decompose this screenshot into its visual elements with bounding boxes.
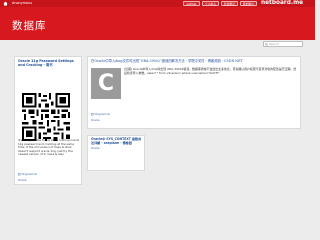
home-icon[interactable] (3, 1, 8, 6)
card-title[interactable]: Oracle 11g Password Settings and Crackin… (18, 59, 80, 67)
site-logo: C (91, 68, 121, 99)
username-label: Anonymous (12, 1, 32, 5)
card-excerpt: [近期] Oracle中导入dmp时出现 ORA-39002错误，数据库通常不会… (124, 67, 297, 75)
search-input[interactable] (263, 41, 303, 47)
github-button[interactable]: GitHub (183, 1, 200, 6)
link-icon (91, 113, 94, 116)
tag-link[interactable]: Oracle (18, 179, 26, 182)
original-link-label: Original link (21, 173, 38, 177)
profile-button[interactable]: 个人中心 (202, 1, 219, 6)
qr-code-image (20, 91, 72, 143)
tag-link[interactable]: Oracle (91, 119, 99, 122)
brand-logo[interactable]: netboard.me (261, 0, 303, 7)
top-bar: Anonymous GitHub 个人中心 新建笔记 我的账户 netboard… (0, 0, 315, 7)
card-title[interactable]: 在Oracle中导入dmp文件时出现“ORA-39002”错误的解决方法 - 学… (91, 59, 299, 63)
note-card[interactable]: 在Oracle中导入dmp文件时出现“ORA-39002”错误的解决方法 - 学… (87, 56, 301, 129)
logo-letter: C (97, 71, 115, 96)
card-title[interactable]: Oracle中 SYS_CONTEXT 函数用法详解 - oraplane - … (91, 137, 144, 146)
card-excerpt: It's now possible for us to do nothing o… (18, 138, 80, 156)
search-row (0, 40, 315, 49)
original-link[interactable]: Original link (91, 113, 110, 116)
note-card[interactable]: Oracle中 SYS_CONTEXT 函数用法详解 - oraplane - … (87, 135, 145, 171)
note-card[interactable]: Oracle 11g Password Settings and Crackin… (14, 56, 82, 185)
page-header: 数据库 (0, 7, 315, 40)
search-icon (264, 42, 268, 46)
tag-link[interactable]: Oracle (91, 147, 99, 150)
page-title: 数据库 (12, 20, 47, 32)
new-note-button[interactable]: 新建笔记 (221, 1, 238, 6)
link-icon (18, 173, 21, 176)
original-link-label: Original link (94, 113, 111, 117)
original-link[interactable]: Original link (18, 173, 37, 176)
account-button[interactable]: 我的账户 (240, 1, 257, 6)
